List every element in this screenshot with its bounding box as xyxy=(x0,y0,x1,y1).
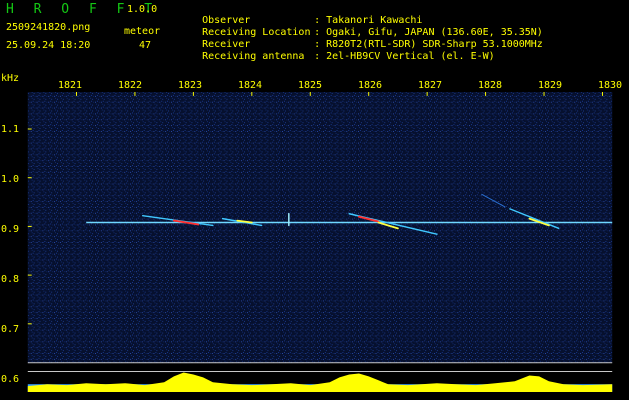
meteor-label: meteor xyxy=(124,26,161,37)
x-tick-label: 1822 xyxy=(118,80,143,91)
x-tick-label: 1825 xyxy=(298,80,323,91)
y-unit-label: kHz xyxy=(1,73,20,84)
meteor-count: 47 xyxy=(139,40,152,51)
power-plot xyxy=(27,372,613,392)
x-tick-label: 1827 xyxy=(418,80,443,91)
x-tick-label: 1828 xyxy=(478,80,503,91)
info-sep: : xyxy=(314,51,321,62)
x-tick-label: 1829 xyxy=(538,80,563,91)
x-tick-label: 1821 xyxy=(58,80,83,91)
x-tick-label: 1830 xyxy=(598,80,623,91)
power-trace xyxy=(27,372,613,392)
spectrogram-waterfall xyxy=(27,92,613,392)
y-tick-label: 0.9 xyxy=(1,224,20,235)
y-tick-label: 0.8 xyxy=(1,274,20,285)
info-label: Receiving antenna xyxy=(202,51,305,62)
header-panel: H R O F F T 1.0.0 2509241820.png 25.09.2… xyxy=(0,0,629,75)
waterfall-noise xyxy=(27,92,613,363)
x-tick-label: 1824 xyxy=(238,80,263,91)
y-tick-label: 0.7 xyxy=(1,324,20,335)
app-version: 1.0.0 xyxy=(127,4,158,15)
y-tick-label: 1.1 xyxy=(1,124,20,135)
info-row-antenna: Receiving antenna:2el-HB9CV Vertical (el… xyxy=(178,40,495,73)
x-tick-label: 1823 xyxy=(178,80,203,91)
file-name: 2509241820.png xyxy=(6,22,91,33)
date-time: 25.09.24 18:20 xyxy=(6,40,91,51)
y-tick-label: 1.0 xyxy=(1,174,20,185)
y-tick-label: 0.6 xyxy=(1,374,20,385)
info-value: 2el-HB9CV Vertical (el. E-W) xyxy=(326,51,495,62)
x-tick-label: 1826 xyxy=(358,80,383,91)
